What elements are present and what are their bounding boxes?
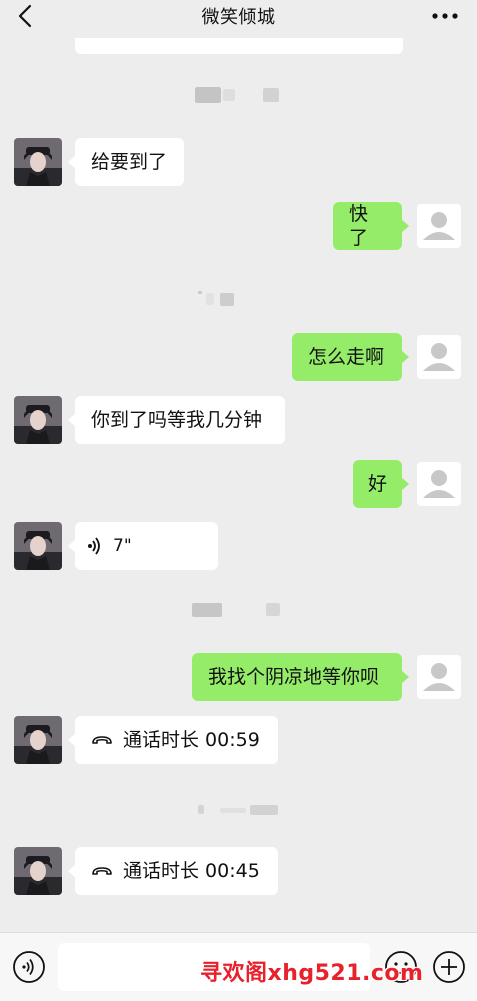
timestamp-blurred [192, 601, 284, 617]
timestamp-blurred [198, 291, 238, 306]
my-avatar[interactable] [417, 655, 461, 699]
outgoing-message[interactable]: 我找个阴凉地等你呗 [192, 653, 409, 701]
more-dots-icon[interactable] [431, 4, 459, 28]
call-record-message[interactable]: 通话时长 00:59 [68, 716, 278, 764]
plus-icon[interactable] [432, 950, 466, 984]
outgoing-message[interactable]: 怎么走啊 [292, 333, 409, 381]
phone-hangup-icon [92, 867, 112, 875]
message-text: 给要到了 [91, 151, 168, 173]
outgoing-message[interactable]: 快了 [333, 202, 409, 250]
voice-wave-icon [88, 537, 100, 555]
phone-hangup-icon [92, 736, 112, 744]
voice-message[interactable]: 7" [68, 522, 218, 570]
my-avatar[interactable] [417, 335, 461, 379]
outgoing-message[interactable]: 好 [353, 460, 409, 508]
call-record-message[interactable]: 通话时长 00:45 [68, 847, 278, 895]
my-avatar[interactable] [417, 462, 461, 506]
contact-avatar[interactable] [14, 716, 62, 764]
incoming-message[interactable]: 给要到了 [68, 138, 184, 186]
contact-avatar[interactable] [14, 847, 62, 895]
contact-avatar[interactable] [14, 138, 62, 186]
message-text: 怎么走啊 [308, 346, 385, 368]
previous-message-fragment [75, 38, 403, 54]
my-avatar[interactable] [417, 204, 461, 248]
chat-header: 微笑倾城 [0, 0, 477, 32]
message-text: 好 [367, 473, 387, 495]
contact-avatar[interactable] [14, 522, 62, 570]
message-text: 你到了吗等我几分钟 [91, 409, 263, 431]
incoming-message[interactable]: 你到了吗等我几分钟 [68, 396, 285, 444]
call-duration: 通话时长 00:45 [123, 860, 260, 882]
chat-title: 微笑倾城 [201, 7, 276, 28]
voice-duration: 7" [113, 536, 132, 556]
message-text: 快了 [349, 203, 369, 249]
chevron-left-icon[interactable] [12, 3, 40, 29]
call-duration: 通话时长 00:59 [123, 729, 260, 751]
message-text: 我找个阴凉地等你呗 [208, 666, 380, 688]
timestamp-blurred [195, 87, 285, 103]
timestamp-blurred [198, 802, 282, 816]
site-watermark: 寻欢阁xhg521.com [200, 961, 424, 986]
contact-avatar[interactable] [14, 396, 62, 444]
voice-mode-icon[interactable] [12, 950, 46, 984]
